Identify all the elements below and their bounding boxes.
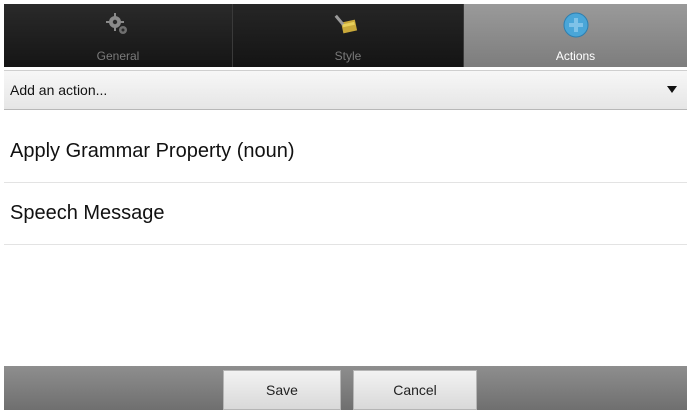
tab-actions[interactable]: Actions [464, 4, 687, 67]
action-label: Apply Grammar Property (noun) [10, 140, 295, 162]
add-action-dropdown[interactable]: Add an action... [4, 70, 687, 110]
chevron-down-icon [667, 86, 677, 93]
list-item[interactable]: Speech Message [4, 183, 687, 245]
list-item[interactable]: Apply Grammar Property (noun) [4, 121, 687, 183]
action-list: Apply Grammar Property (noun) Speech Mes… [4, 121, 687, 245]
tab-style-label: Style [334, 49, 362, 63]
paint-brush-icon [334, 14, 358, 34]
gears-icon [106, 13, 127, 34]
action-editor: General Style Actions Add an action... A… [4, 4, 687, 410]
bottom-button-bar: Save Cancel [4, 366, 687, 410]
save-button[interactable]: Save [223, 370, 341, 410]
tab-general-label: General [96, 49, 140, 63]
tab-general[interactable]: General [4, 4, 233, 67]
cancel-button[interactable]: Cancel [353, 370, 477, 410]
add-action-icon [563, 12, 588, 38]
tab-bar: General Style Actions [4, 4, 687, 67]
tab-actions-label: Actions [555, 49, 596, 63]
tab-style[interactable]: Style [233, 4, 464, 67]
add-action-placeholder: Add an action... [10, 82, 108, 98]
action-label: Speech Message [10, 202, 165, 224]
